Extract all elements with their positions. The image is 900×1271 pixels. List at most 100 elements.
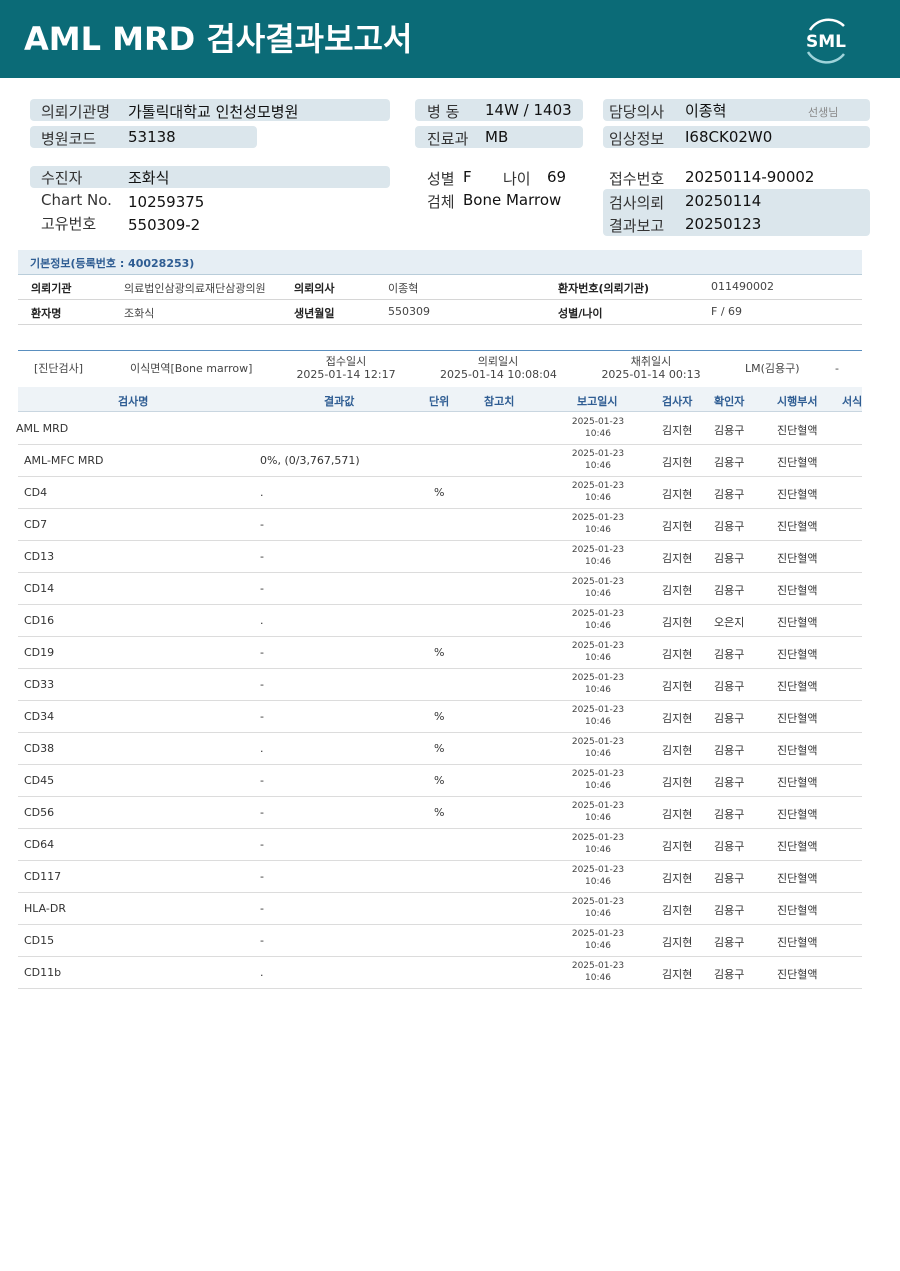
result-tester: 김지현 [662, 456, 693, 469]
result-confirmer: 김용구 [714, 456, 745, 469]
col-confirmer: 확인자 [714, 395, 745, 408]
basic-info-title: 기본정보(등록번호 : 40028253) [30, 257, 195, 270]
table-row: CD14 - 김지현 김용구 진단혈액 2025-01-23 10:46 [18, 572, 862, 605]
request-label: 검사의뢰 [609, 194, 665, 212]
result-report-time: 10:46 [585, 749, 611, 759]
result-report-datetime: 2025-01-23 10:46 [566, 416, 630, 440]
table-row: AML-MFC MRD 0%, (0/3,767,571) 김지현 김용구 진단혈액 20… [18, 444, 862, 477]
result-value: - [260, 838, 264, 851]
basic-birth-label: 생년월일 [294, 307, 335, 320]
result-report-time: 10:46 [585, 685, 611, 695]
table-row: CD38.% 김지현 김용구 진단혈액 2025-01-23 10:46 [18, 732, 862, 765]
result-dept: 진단혈액 [777, 616, 818, 629]
result-report-date: 2025-01-23 [571, 801, 625, 811]
result-tester: 김지현 [662, 488, 693, 501]
result-name: CD14 [24, 582, 55, 595]
result-name: CD38 [24, 742, 55, 755]
specimen-request-label: 의뢰일시 [477, 355, 519, 368]
basic-inst-label: 의뢰기관 [31, 282, 72, 295]
table-row: CD117 - 김지현 김용구 진단혈액 2025-01-23 10:46 [18, 860, 862, 893]
result-unit: % [434, 646, 445, 659]
table-row: CD15 - 김지현 김용구 진단혈액 2025-01-23 10:46 [18, 924, 862, 957]
table-row: CD16. 김지현 오은지 진단혈액 2025-01-23 10:46 [18, 604, 862, 637]
chart-label: Chart No. [41, 191, 112, 209]
result-report-datetime: 2025-01-23 10:46 [566, 864, 630, 888]
result-dept: 진단혈액 [777, 808, 818, 821]
col-result: 결과값 [324, 395, 355, 408]
col-format: 서식 [842, 395, 863, 408]
table-row: CD13 - 김지현 김용구 진단혈액 2025-01-23 10:46 [18, 540, 862, 573]
result-report-date: 2025-01-23 [571, 897, 625, 907]
result-report-date: 2025-01-23 [571, 609, 625, 619]
result-confirmer: 김용구 [714, 424, 745, 437]
basic-birth-value: 550309 [388, 305, 430, 318]
request-value: 20250114 [685, 192, 762, 210]
clinical-value: I68CK02W0 [685, 128, 773, 146]
result-confirmer: 김용구 [714, 648, 745, 661]
receipt-label: 접수번호 [609, 170, 665, 188]
result-report-datetime: 2025-01-23 10:46 [566, 512, 630, 536]
result-report-datetime: 2025-01-23 10:46 [566, 576, 630, 600]
report-title: AML MRD 검사결과보고서 [24, 20, 413, 58]
logo-text: SML [806, 32, 846, 52]
result-report-time: 10:46 [585, 621, 611, 631]
result-report-date: 2025-01-23 [571, 769, 625, 779]
result-dept: 진단혈액 [777, 552, 818, 565]
result-name: CD45 [24, 774, 55, 787]
result-report-date: 2025-01-23 [571, 481, 625, 491]
result-report-time: 10:46 [585, 781, 611, 791]
table-row: CD4.% 김지현 김용구 진단혈액 2025-01-23 10:46 [18, 476, 862, 509]
result-report-datetime: 2025-01-23 10:46 [566, 768, 630, 792]
basic-divider [18, 299, 862, 300]
specimen-material: 이식면역[Bone marrow] [130, 362, 253, 375]
doctor-suffix: 선생님 [808, 106, 839, 119]
result-name: CD7 [24, 518, 48, 531]
specimen-collect-label: 채취일시 [630, 355, 672, 368]
sex-value: F [463, 168, 472, 186]
result-report-time: 10:46 [585, 845, 611, 855]
result-value: - [260, 774, 264, 787]
result-tester: 김지현 [662, 520, 693, 533]
result-confirmer: 김용구 [714, 808, 745, 821]
table-row: CD34 -% 김지현 김용구 진단혈액 2025-01-23 10:46 [18, 700, 862, 733]
result-report-date: 2025-01-23 [571, 673, 625, 683]
basic-name-label: 환자명 [31, 307, 62, 320]
result-dept: 진단혈액 [777, 776, 818, 789]
specimen-dash: - [835, 362, 839, 375]
basic-sexage-value: F / 69 [711, 305, 743, 318]
result-dept: 진단혈액 [777, 936, 818, 949]
result-dept: 진단혈액 [777, 520, 818, 533]
basic-doctor-label: 의뢰의사 [294, 282, 335, 295]
specimen-request: 의뢰일시 2025-01-14 10:08:04 [440, 355, 557, 381]
result-report-time: 10:46 [585, 557, 611, 567]
result-report-date: 2025-01-23 [571, 865, 625, 875]
result-tester: 김지현 [662, 648, 693, 661]
result-value: - [260, 710, 264, 723]
result-tester: 김지현 [662, 776, 693, 789]
result-unit: % [434, 742, 445, 755]
result-name: CD117 [24, 870, 62, 883]
result-dept: 진단혈액 [777, 840, 818, 853]
result-dept: 진단혈액 [777, 456, 818, 469]
result-dept: 진단혈액 [777, 648, 818, 661]
table-row: CD11b. 김지현 김용구 진단혈액 2025-01-23 10:46 [18, 956, 862, 989]
result-name: CD33 [24, 678, 55, 691]
result-name: CD15 [24, 934, 55, 947]
clinical-label: 임상정보 [609, 130, 665, 148]
ward-label: 병 동 [427, 103, 460, 121]
col-ref: 참고치 [484, 395, 515, 408]
result-value: - [260, 902, 264, 915]
result-value: . [260, 614, 264, 627]
result-report-date: 2025-01-23 [571, 417, 625, 427]
result-dept: 진단혈액 [777, 712, 818, 725]
result-report-datetime: 2025-01-23 10:46 [566, 896, 630, 920]
result-report-date: 2025-01-23 [571, 545, 625, 555]
hospital-code-label: 병원코드 [41, 130, 97, 148]
result-report-time: 10:46 [585, 973, 611, 983]
result-confirmer: 김용구 [714, 744, 745, 757]
result-dept: 진단혈액 [777, 584, 818, 597]
result-tester: 김지현 [662, 808, 693, 821]
result-confirmer: 김용구 [714, 904, 745, 917]
result-tester: 김지현 [662, 936, 693, 949]
basic-doctor-value: 이종혁 [388, 282, 419, 295]
